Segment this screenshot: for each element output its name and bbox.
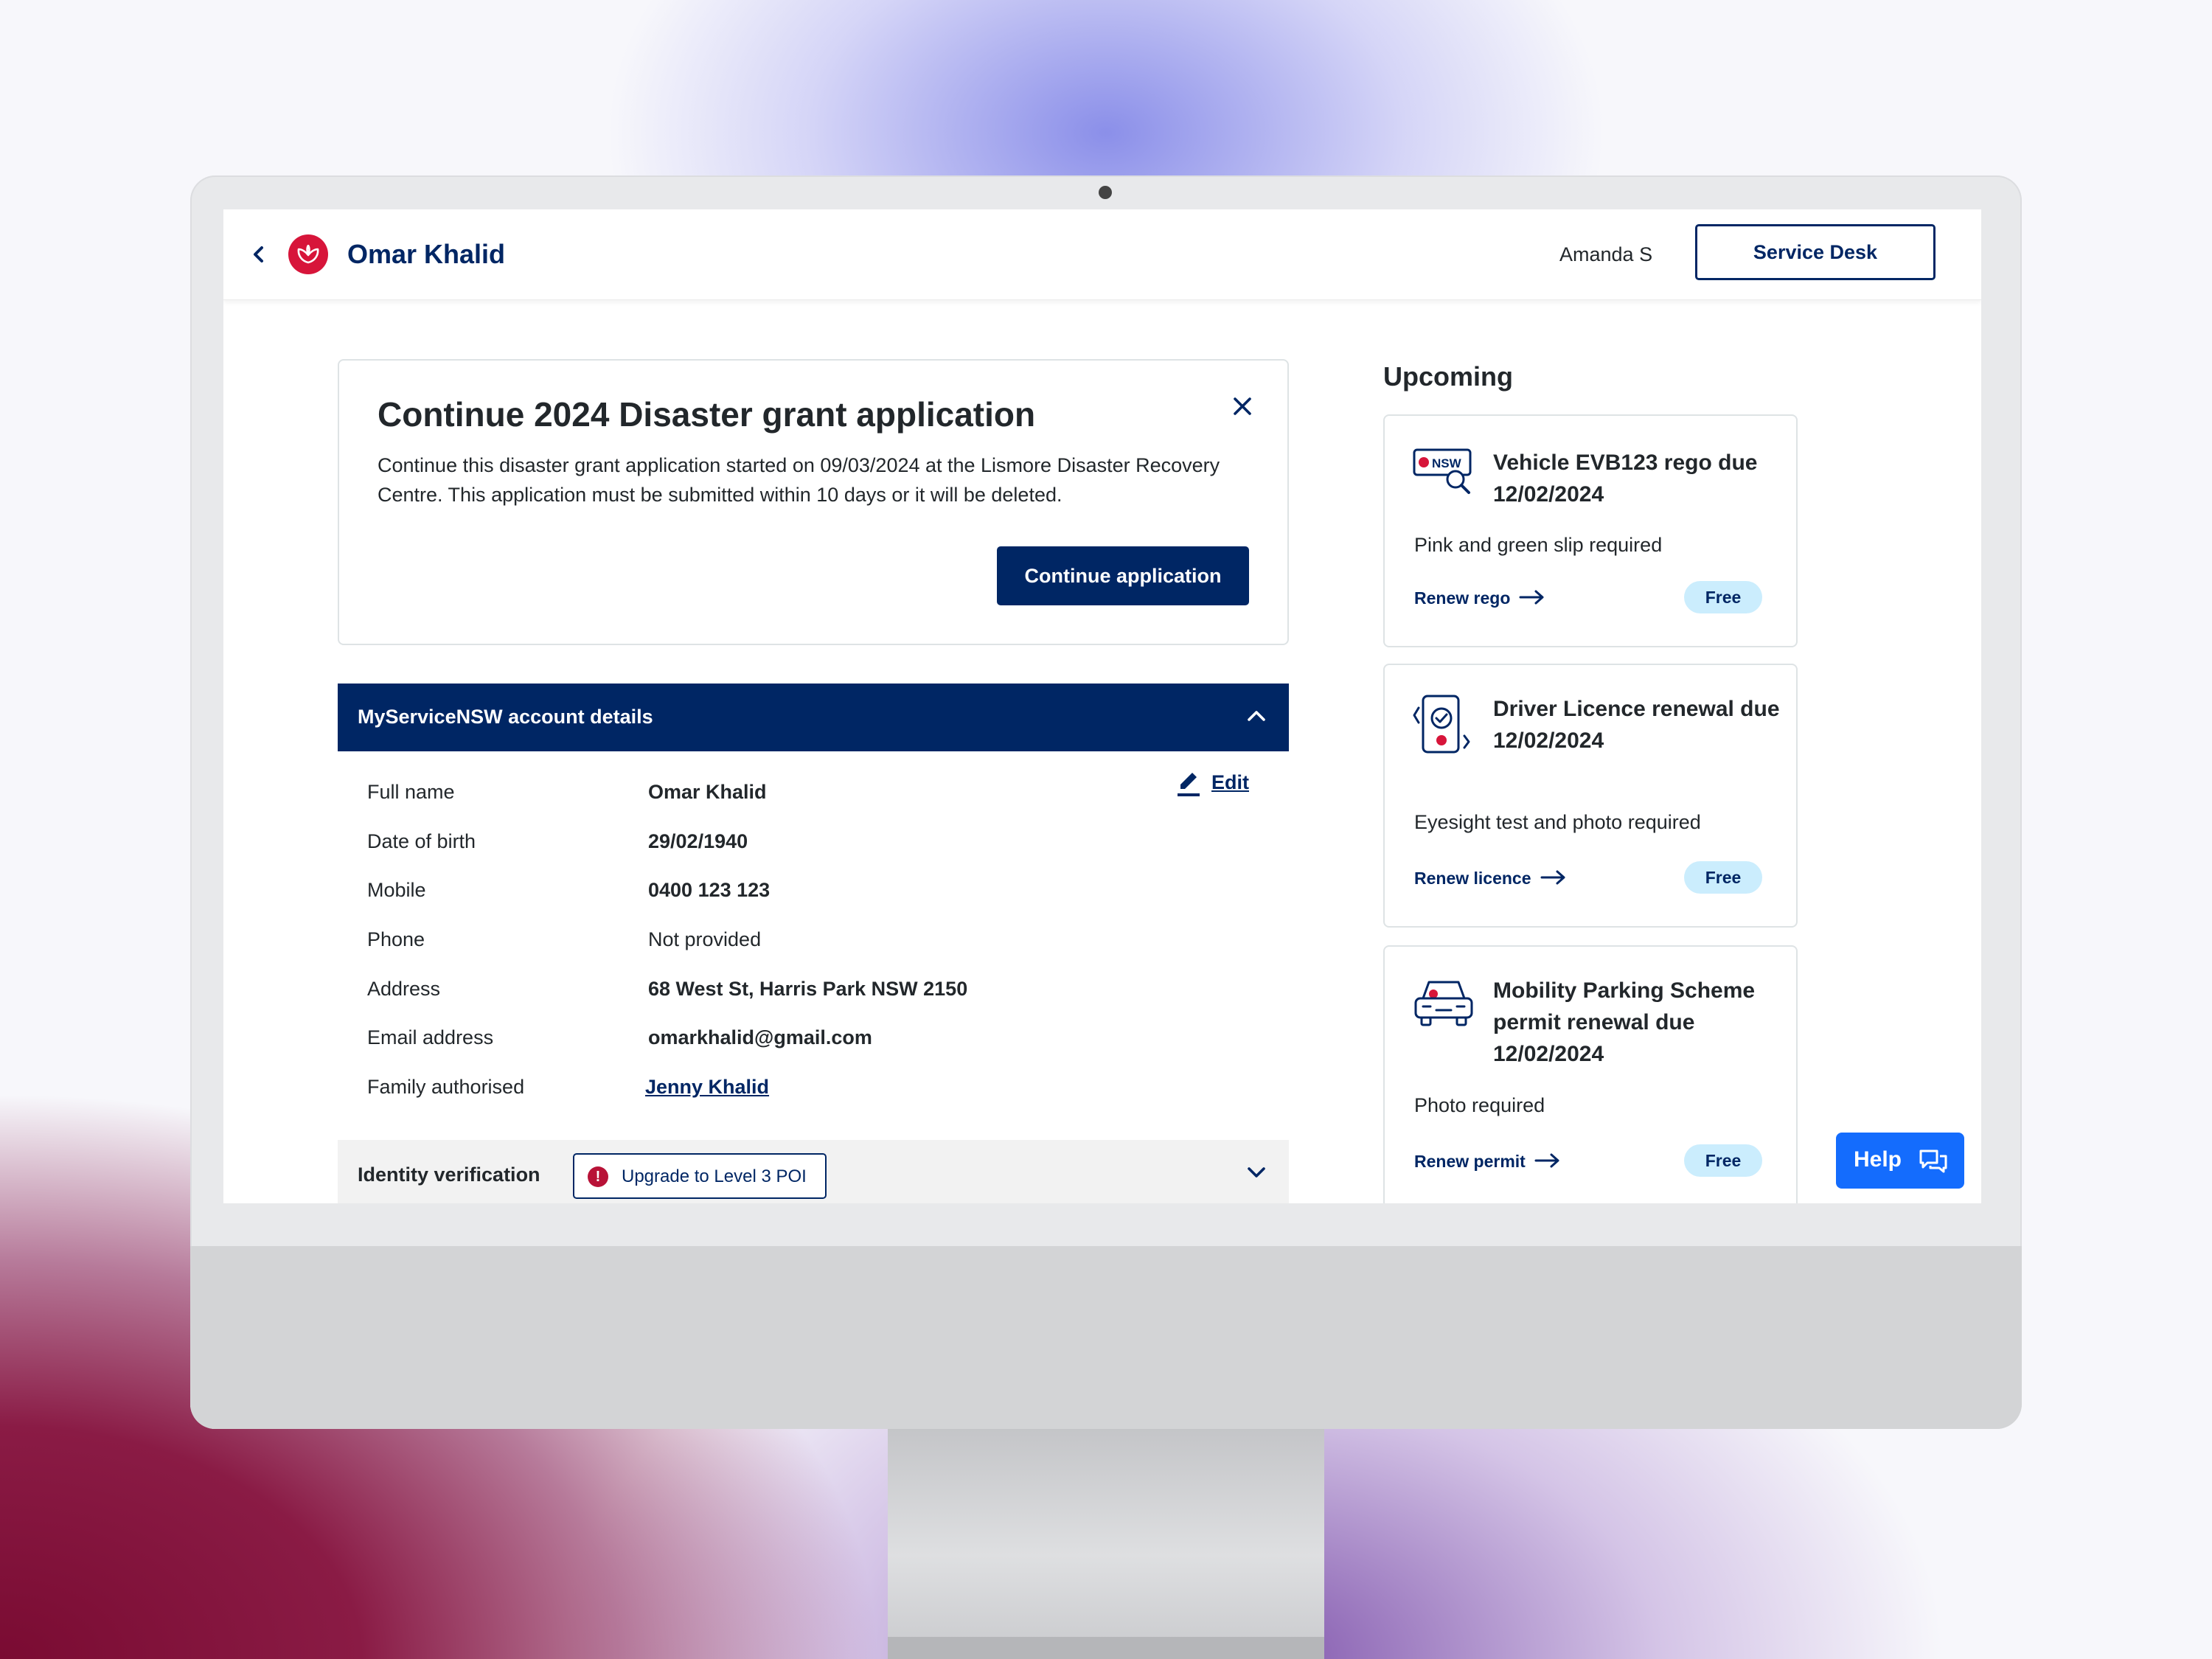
free-badge: Free <box>1684 861 1762 894</box>
renew-licence-label: Renew licence <box>1414 869 1531 888</box>
upgrade-poi-label: Upgrade to Level 3 POI <box>622 1166 807 1186</box>
row-label-email: Email address <box>367 1026 494 1048</box>
svg-text:NSW: NSW <box>1432 456 1462 470</box>
upcoming-heading: Upcoming <box>1383 361 1513 392</box>
upcoming-card-licence: Driver Licence renewal due 12/02/2024 Ey… <box>1383 664 1798 928</box>
service-desk-button[interactable]: Service Desk <box>1695 224 1935 280</box>
account-details-title: MyServiceNSW account details <box>358 706 653 728</box>
row-label-full-name: Full name <box>367 781 455 803</box>
camera-dot <box>1099 186 1112 199</box>
chat-bubbles-icon <box>1919 1149 1948 1180</box>
close-icon[interactable] <box>1233 392 1252 421</box>
chevron-up-icon[interactable] <box>1245 704 1268 731</box>
upcoming-card-description: Eyesight test and photo required <box>1414 811 1701 833</box>
upcoming-card-description: Photo required <box>1414 1094 1545 1116</box>
arrow-right-icon <box>1540 869 1567 890</box>
identity-verification-label: Identity verification <box>358 1164 540 1186</box>
upgrade-poi-badge[interactable]: ! Upgrade to Level 3 POI <box>573 1153 827 1199</box>
upcoming-card-description: Pink and green slip required <box>1414 534 1663 556</box>
nsw-plate-search-icon: NSW <box>1413 448 1475 501</box>
nsw-waratah-logo <box>288 234 328 274</box>
screen: Omar Khalid Amanda S Service Desk Contin… <box>223 209 1981 1203</box>
alert-icon: ! <box>588 1166 608 1187</box>
agent-name: Amanda S <box>1559 243 1653 265</box>
identity-verification-accordion[interactable]: Identity verification ! Upgrade to Level… <box>338 1140 1289 1203</box>
licence-card-icon <box>1413 693 1475 759</box>
row-label-address: Address <box>367 978 441 1000</box>
grant-card-title: Continue 2024 Disaster grant application <box>378 395 1036 434</box>
car-icon <box>1413 976 1475 1034</box>
help-label: Help <box>1854 1147 1902 1172</box>
row-value-dob: 29/02/1940 <box>648 830 748 852</box>
account-details-accordion-header[interactable]: MyServiceNSW account details <box>338 684 1289 751</box>
continue-application-button[interactable]: Continue application <box>997 546 1249 605</box>
row-value-mobile: 0400 123 123 <box>648 879 771 901</box>
row-value-phone: Not provided <box>648 928 762 950</box>
upcoming-card-rego: NSW Vehicle EVB123 rego due 12/02/2024 P… <box>1383 414 1798 647</box>
free-badge: Free <box>1684 1144 1762 1177</box>
row-label-dob: Date of birth <box>367 830 476 852</box>
chevron-down-icon[interactable] <box>1245 1161 1268 1188</box>
upcoming-card-parking: Mobility Parking Scheme permit renewal d… <box>1383 945 1798 1203</box>
pencil-icon <box>1175 768 1201 803</box>
edit-label: Edit <box>1211 771 1249 793</box>
row-value-full-name: Omar Khalid <box>648 781 767 803</box>
monitor-chin <box>190 1246 2022 1429</box>
customer-name-title: Omar Khalid <box>347 239 506 269</box>
top-bar: Omar Khalid Amanda S Service Desk <box>223 209 1981 300</box>
row-label-family: Family authorised <box>367 1076 525 1098</box>
renew-permit-label: Renew permit <box>1414 1152 1526 1171</box>
renew-licence-link[interactable]: Renew licence <box>1414 869 1567 890</box>
arrow-right-icon <box>1534 1152 1561 1173</box>
row-value-address: 68 West St, Harris Park NSW 2150 <box>648 978 968 1000</box>
grant-card-description: Continue this disaster grant application… <box>378 454 1220 506</box>
back-chevron-icon[interactable] <box>247 242 269 267</box>
upcoming-card-title: Vehicle EVB123 rego due 12/02/2024 <box>1493 451 1758 507</box>
renew-rego-label: Renew rego <box>1414 588 1511 608</box>
arrow-right-icon <box>1519 589 1545 610</box>
monitor-stand <box>888 1429 1324 1659</box>
free-badge: Free <box>1684 581 1762 613</box>
help-button[interactable]: Help <box>1836 1133 1964 1189</box>
upcoming-card-title: Mobility Parking Scheme permit renewal d… <box>1493 978 1756 1066</box>
monitor-stand-foot <box>888 1637 1324 1659</box>
family-authorised-link[interactable]: Jenny Khalid <box>645 1076 769 1099</box>
upcoming-card-title: Driver Licence renewal due 12/02/2024 <box>1493 697 1780 753</box>
row-label-phone: Phone <box>367 928 425 950</box>
renew-permit-link[interactable]: Renew permit <box>1414 1152 1561 1173</box>
row-label-mobile: Mobile <box>367 879 426 901</box>
row-value-email: omarkhalid@gmail.com <box>648 1026 872 1048</box>
renew-rego-link[interactable]: Renew rego <box>1414 588 1545 610</box>
grant-application-card: Continue 2024 Disaster grant application… <box>338 359 1289 645</box>
